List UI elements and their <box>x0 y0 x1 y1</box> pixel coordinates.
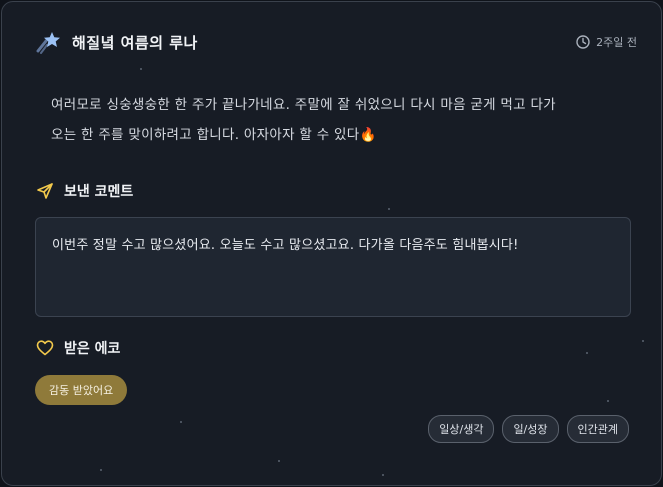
sent-comment-label: 보낸 코멘트 <box>64 184 134 200</box>
received-echo-label: 받은 에코 <box>64 341 121 357</box>
background-star <box>100 469 102 471</box>
clock-icon <box>576 35 590 49</box>
background-star <box>642 340 644 342</box>
paper-plane-icon <box>37 183 53 199</box>
time-ago-text: 2주일 전 <box>596 36 637 49</box>
background-star <box>607 400 609 402</box>
received-echo-title: 받은 에코 <box>36 338 120 358</box>
sent-comment-box: 이번주 정말 수고 많으셨어요. 오늘도 수고 많으셨고요. 다가올 다음주도 … <box>35 217 631 317</box>
background-star <box>140 68 142 70</box>
tag-chip[interactable]: 일/성장 <box>502 415 559 443</box>
shooting-star-icon <box>36 32 60 54</box>
background-star <box>586 352 588 354</box>
echo-badge: 감동 받았어요 <box>35 375 128 405</box>
background-star <box>382 474 384 476</box>
tag-chip[interactable]: 인간관계 <box>566 415 629 443</box>
post-card: 해질녘 여름의 루나 2주일 전 여러모로 싱숭생숭한 한 주가 끝나가네요. … <box>1 1 662 486</box>
post-body: 여러모로 싱숭생숭한 한 주가 끝나가네요. 주말에 잘 쉬었으니 다시 마음 … <box>51 90 611 150</box>
tag-chip[interactable]: 일상/생각 <box>428 415 495 443</box>
post-body-line: 오는 한 주를 맞이하려고 합니다. 아자아자 할 수 있다🔥 <box>51 127 377 143</box>
background-star <box>388 208 390 210</box>
sent-comment-text: 이번주 정말 수고 많으셨어요. 오늘도 수고 많으셨고요. 다가올 다음주도 … <box>52 238 519 253</box>
post-time: 2주일 전 <box>576 34 637 50</box>
post-header: 해질녘 여름의 루나 2주일 전 <box>36 28 637 56</box>
sent-comment-title: 보낸 코멘트 <box>36 181 133 201</box>
heart-icon <box>36 340 54 356</box>
background-star <box>278 460 280 462</box>
background-star <box>180 421 182 423</box>
author-name: 해질녘 여름의 루나 <box>72 33 198 52</box>
tag-list: 일상/생각 일/성장 인간관계 <box>428 415 629 443</box>
post-body-line: 여러모로 싱숭생숭한 한 주가 끝나가네요. 주말에 잘 쉬었으니 다시 마음 … <box>51 97 556 113</box>
